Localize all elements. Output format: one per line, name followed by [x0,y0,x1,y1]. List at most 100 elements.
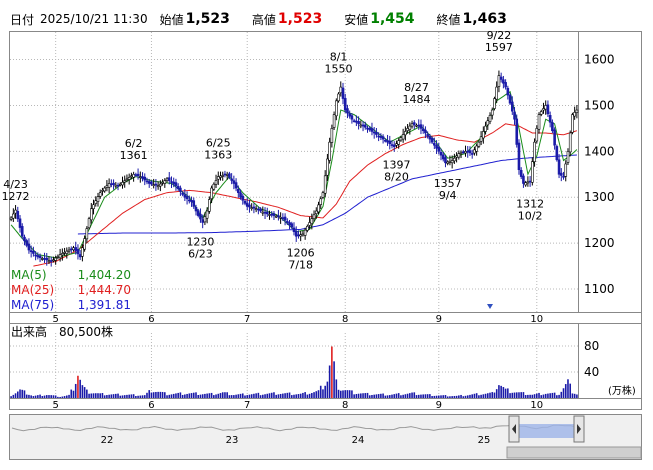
volume-bar [30,395,32,398]
candle-body [72,247,75,251]
candle-body [12,213,15,219]
candle-body [555,146,559,161]
volume-bar [420,394,422,398]
candle-body [161,182,164,184]
candle-body [96,196,100,202]
candle-body [477,141,481,147]
volume-bar [61,396,64,398]
volume-bar [170,394,173,398]
candle-body [539,111,543,115]
volume-bar [475,393,478,398]
candle-body [332,114,336,128]
volume-bar [37,395,39,398]
volume-bar [542,394,545,398]
candle-body [254,208,258,211]
volume-bar [204,393,206,398]
volume-bar [417,394,420,398]
candle-body [110,183,113,186]
candle-body [497,75,501,87]
candle-body [352,120,356,122]
candle-body [67,249,71,252]
volume-bar [553,392,556,398]
volume-bar [177,392,179,398]
candle-body [412,122,416,125]
candle-body [40,258,44,260]
candle-body [90,208,93,221]
candle-body [245,202,249,207]
candle-body [562,176,565,178]
candle-body [537,114,541,130]
volume-bar [83,387,86,398]
candle-body [234,182,238,189]
candle-body [125,178,129,181]
navigator-scrollbar-thumb[interactable] [506,446,642,459]
candle-body [348,113,351,117]
candle-body [390,144,394,146]
candle-body [453,157,456,162]
candle-body [457,153,461,158]
candle-body [461,151,465,153]
candle-body [281,217,285,219]
candle-body [392,144,396,148]
volume-month-axis-label: 8 [342,400,348,411]
volume-bar [576,394,578,398]
volume-bar [226,392,228,398]
volume-bar [108,394,110,398]
candle-body [199,213,202,220]
volume-bar [192,392,195,398]
volume-bar [393,394,396,398]
volume-bar [10,396,12,398]
volume-bar [453,395,456,398]
volume-bar [544,393,547,398]
candle-body [306,226,309,231]
volume-bar [270,392,273,398]
volume-bar [337,389,340,398]
peak-annotation-line2: 6/23 [188,247,213,260]
low-value: 1,454 [370,11,415,27]
candle-body [439,151,443,156]
candle-body [105,185,109,188]
candle-body [221,175,225,177]
candle-body [87,218,91,229]
volume-bar [507,388,509,398]
volume-bar [34,395,37,398]
volume-bar [81,385,84,398]
ma25-name: MA(25) [11,283,55,297]
candle-body [196,210,200,216]
candle-body [241,195,245,201]
volume-bar [45,395,48,398]
candle-body [36,255,40,258]
volume-bar [384,395,387,398]
volume-bar [284,393,286,398]
candle-body [319,198,323,205]
volume-bar [208,393,211,398]
candle-body [395,143,398,146]
volume-bar [333,361,335,398]
candle-body [397,140,400,145]
candle-body [301,233,305,236]
volume-bar [181,394,184,398]
volume-bar [152,392,155,398]
candle-body [493,98,496,109]
candle-body [248,204,251,208]
volume-bar [437,395,440,398]
candle-body [355,120,358,123]
volume-bar [164,392,166,398]
volume-bar [342,390,344,398]
volume-bar [319,385,322,398]
candle-body [172,181,176,185]
ma75-name: MA(75) [11,298,55,312]
candle-body [357,121,360,125]
peak-annotation-line2: 8/20 [384,171,409,184]
volume-month-axis-label: 7 [244,400,250,411]
volume-bar [179,392,182,398]
volume-bar [148,390,151,398]
volume-bar [43,395,46,398]
volume-bar [464,395,467,398]
volume-bar [68,394,70,398]
volume-bar [101,393,104,398]
volume-bar [41,396,44,398]
peak-annotation-line2: 1597 [485,41,513,54]
candle-body [361,124,365,127]
volume-bar [540,395,543,398]
